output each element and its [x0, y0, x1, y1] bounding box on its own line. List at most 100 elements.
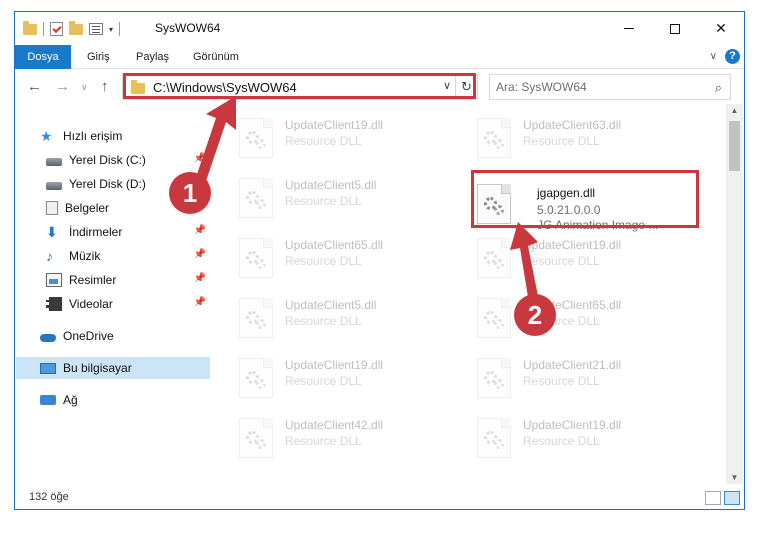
tab-view[interactable]: Görünüm [193, 45, 239, 69]
toolbar-divider [119, 22, 121, 36]
new-folder-icon[interactable] [69, 20, 83, 35]
file-item[interactable]: UpdateClient63.dll Resource DLL [451, 104, 681, 160]
file-item[interactable]: UpdateClient42.dll Resource DLL [213, 404, 443, 460]
maximize-icon [670, 23, 680, 34]
sidebar-item-label: Belgeler [65, 201, 110, 215]
file-item[interactable]: UpdateClient19.dll Resource DLL [451, 404, 681, 460]
help-icon[interactable]: ? [725, 49, 740, 64]
gear-icon [256, 139, 266, 149]
file-name: UpdateClient5.dll [285, 178, 377, 192]
tab-home[interactable]: Giriş [87, 45, 110, 69]
file-item[interactable]: UpdateClient19.dll Resource DLL [451, 224, 681, 280]
sidebar-item-label: Bu bilgisayar [63, 361, 132, 375]
recent-locations-icon[interactable]: ∨ [81, 82, 88, 93]
properties-check-icon[interactable] [50, 22, 63, 36]
customize-icon[interactable] [89, 23, 103, 35]
file-name: UpdateClient19.dll [523, 418, 622, 432]
dll-file-icon [239, 358, 273, 398]
file-item[interactable]: UpdateClient5.dll Resource DLL [213, 284, 443, 340]
sidebar-item-label: İndirmeler [69, 225, 123, 239]
file-name: UpdateClient19.dll [285, 118, 384, 132]
details-view-icon[interactable] [705, 491, 721, 505]
forward-arrow-icon[interactable]: → [55, 78, 70, 95]
pin-icon[interactable]: 📌 [194, 153, 206, 164]
file-name: UpdateClient63.dll [523, 118, 622, 132]
sidebar-item-music[interactable]: ♪ Müzik 📌 [16, 245, 212, 267]
gear-icon [494, 319, 504, 329]
dll-file-icon [477, 418, 511, 458]
sidebar-item-local-disk-c[interactable]: Yerel Disk (C:) 📌 [16, 149, 212, 171]
gear-icon [256, 379, 266, 389]
download-icon: ⬇ [46, 224, 58, 240]
sidebar-item-this-pc[interactable]: Bu bilgisayar [16, 357, 210, 379]
file-name: UpdateClient42.dll [285, 418, 384, 432]
pin-icon[interactable]: 📌 [194, 297, 206, 308]
search-box[interactable]: ⌕ [489, 74, 731, 100]
dll-file-icon [477, 238, 511, 278]
maximize-button[interactable] [652, 12, 698, 45]
ribbon-tabs: Dosya Giriş Paylaş Görünüm ∨ ? [15, 45, 744, 69]
sidebar-item-network[interactable]: Ağ [16, 389, 212, 411]
tiles-view-icon[interactable] [724, 491, 740, 505]
window-controls: ✕ [606, 12, 744, 45]
callout-badge-2: 2 [514, 294, 556, 336]
gear-icon [256, 439, 266, 449]
file-item[interactable]: UpdateClient65.dll Resource DLL [451, 284, 681, 340]
pictures-icon [46, 273, 62, 287]
scroll-down-icon[interactable]: ▼ [726, 473, 743, 482]
search-input[interactable] [496, 79, 696, 95]
file-item[interactable]: UpdateClient21.dll Resource DLL [451, 344, 681, 400]
up-arrow-icon[interactable]: ↑ [101, 78, 109, 95]
file-name: UpdateClient21.dll [523, 358, 622, 372]
file-type: Resource DLL [523, 374, 600, 388]
pin-icon[interactable]: 📌 [194, 249, 206, 260]
status-bar: 132 öğe [15, 486, 744, 510]
chevron-down-icon[interactable]: ▾ [109, 25, 113, 34]
close-icon: ✕ [715, 20, 727, 36]
dll-file-icon [239, 418, 273, 458]
dll-file-icon [239, 238, 273, 278]
documents-icon [46, 201, 58, 215]
sidebar-item-videos[interactable]: Videolar 📌 [16, 293, 212, 315]
file-item[interactable]: UpdateClient5.dll Resource DLL [213, 164, 443, 220]
gear-icon [256, 199, 266, 209]
sidebar-item-pictures[interactable]: Resimler 📌 [16, 269, 212, 291]
dll-file-icon [239, 178, 273, 218]
scrollbar-thumb[interactable] [729, 121, 740, 171]
file-item[interactable]: UpdateClient65.dll Resource DLL [213, 224, 443, 280]
sidebar-item-label: Yerel Disk (D:) [69, 177, 146, 191]
pin-icon[interactable]: 📌 [194, 225, 206, 236]
sidebar-item-label: Resimler [69, 273, 117, 287]
videos-icon [46, 297, 62, 311]
drive-icon [46, 157, 62, 166]
sidebar-item-downloads[interactable]: ⬇ İndirmeler 📌 [16, 221, 212, 243]
sidebar-item-quick-access[interactable]: ★ Hızlı erişim [16, 125, 212, 147]
scroll-up-icon[interactable]: ▲ [726, 106, 743, 115]
file-name: UpdateClient65.dll [285, 238, 384, 252]
file-item[interactable]: UpdateClient19.dll Resource DLL [213, 344, 443, 400]
sidebar-item-label: OneDrive [63, 329, 114, 343]
file-type: Resource DLL [523, 254, 600, 268]
sidebar-item-label: Müzik [69, 249, 101, 263]
file-type: Resource DLL [285, 134, 362, 148]
file-type: Resource DLL [523, 434, 600, 448]
gear-icon [494, 439, 504, 449]
minimize-button[interactable] [606, 12, 652, 45]
close-button[interactable]: ✕ [698, 12, 744, 45]
computer-icon [40, 362, 56, 374]
dll-file-icon [477, 118, 511, 158]
expand-ribbon-icon[interactable]: ∨ [710, 51, 717, 62]
dll-file-icon [239, 118, 273, 158]
tab-file[interactable]: Dosya [15, 45, 71, 69]
sidebar-item-onedrive[interactable]: OneDrive [16, 325, 212, 347]
file-name: UpdateClient19.dll [523, 238, 622, 252]
vertical-scrollbar[interactable]: ▲ ▼ [726, 104, 743, 484]
gear-icon [494, 379, 504, 389]
gear-icon [494, 259, 504, 269]
tab-share[interactable]: Paylaş [136, 45, 169, 69]
file-item[interactable]: UpdateClient19.dll Resource DLL [213, 104, 443, 160]
address-highlight-box [123, 73, 476, 99]
back-arrow-icon[interactable]: ← [27, 78, 42, 95]
pin-icon[interactable]: 📌 [194, 273, 206, 284]
minimize-icon [624, 28, 634, 29]
